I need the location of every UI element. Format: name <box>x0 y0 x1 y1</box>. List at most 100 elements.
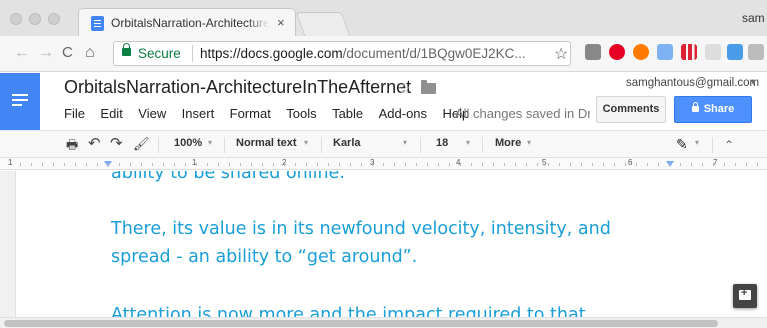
address-bar[interactable]: Secure https://docs.google.com/document/… <box>113 41 571 66</box>
editing-mode-pen-icon[interactable]: ✎ <box>676 136 688 153</box>
paragraph-line[interactable]: Attention is now more and the impact req… <box>111 301 586 317</box>
ruler-tick <box>317 163 318 166</box>
camera-icon[interactable] <box>748 44 764 60</box>
paragraph-line[interactable]: spread - an ability to “get around”. <box>111 243 417 271</box>
zoom-select[interactable]: 100% <box>174 137 202 149</box>
ruler-tick <box>361 163 362 166</box>
font-size-select[interactable]: 18 <box>436 137 448 149</box>
undo-icon[interactable]: ↶ <box>88 134 101 152</box>
picture-icon[interactable] <box>727 44 743 60</box>
bars-icon[interactable] <box>681 44 697 60</box>
ruler-tick <box>482 163 483 166</box>
mode-chevron-down-icon[interactable]: ▾ <box>695 138 699 147</box>
cloud-icon[interactable] <box>705 44 721 60</box>
font-chevron-down-icon[interactable]: ▾ <box>403 138 407 147</box>
ruler-tick <box>537 163 538 166</box>
menu-table[interactable]: Table <box>332 106 363 121</box>
bookmark-star-icon[interactable]: ☆ <box>554 44 568 64</box>
right-indent-marker-icon[interactable] <box>666 161 674 167</box>
ruler-number: 1 <box>8 158 13 167</box>
ruler-tick <box>460 163 461 166</box>
folder-icon[interactable] <box>421 80 436 94</box>
reload-icon[interactable]: C <box>62 44 73 61</box>
scrollbar-thumb[interactable] <box>4 320 718 327</box>
browser-tab[interactable]: OrbitalsNarration-ArchitectureInTheAfter… <box>78 8 296 36</box>
paragraph-style-select[interactable]: Normal text <box>236 137 297 149</box>
ruler-tick <box>625 163 626 166</box>
ruler-tick <box>75 163 76 166</box>
size-chevron-down-icon[interactable]: ▾ <box>466 138 470 147</box>
ruler-tick <box>108 163 109 166</box>
ruler-tick <box>207 163 208 166</box>
firefox-icon[interactable] <box>633 44 649 60</box>
menu-format[interactable]: Format <box>230 106 271 121</box>
more-chevron-down-icon[interactable]: ▾ <box>527 138 531 147</box>
url-divider <box>192 45 193 62</box>
lock-icon <box>122 43 131 56</box>
style-chevron-down-icon[interactable]: ▾ <box>304 138 308 147</box>
document-page[interactable]: ability to be shared online. There, its … <box>15 171 767 317</box>
ruler-tick <box>416 163 417 166</box>
star-document-icon[interactable]: ☆ <box>397 79 411 99</box>
paragraph-line[interactable]: ability to be shared online. <box>111 171 345 187</box>
ruler-tick <box>218 163 219 166</box>
more-button[interactable]: More <box>495 137 521 149</box>
ruler-tick <box>658 163 659 166</box>
ruler-tick <box>251 163 252 166</box>
ruler-tick <box>669 163 670 166</box>
paint-format-icon[interactable]: 🖌 <box>133 136 150 152</box>
docs-home-icon[interactable] <box>0 73 40 130</box>
menu-insert[interactable]: Insert <box>182 106 215 121</box>
share-button[interactable]: Share <box>674 96 752 123</box>
menu-view[interactable]: View <box>138 106 166 121</box>
ruler-tick <box>735 163 736 166</box>
toolbar-divider <box>158 137 159 153</box>
print-icon[interactable]: 🖶 <box>66 136 78 158</box>
paragraph-line[interactable]: There, its value is in its newfound velo… <box>111 215 611 243</box>
toolbar-divider <box>712 137 713 153</box>
minimize-window-button[interactable] <box>29 13 41 25</box>
account-chevron-down-icon[interactable]: ▾ <box>751 77 756 88</box>
menu-edit[interactable]: Edit <box>100 106 122 121</box>
zoom-window-button[interactable] <box>48 13 60 25</box>
url-path: /document/d/1BQgw0EJ2KC... <box>342 46 526 61</box>
ruler-tick <box>427 163 428 166</box>
horizontal-scrollbar[interactable] <box>0 317 767 328</box>
toolbar-divider <box>420 137 421 153</box>
ruler-tick <box>471 163 472 166</box>
ruler-tick <box>680 163 681 166</box>
gallery-icon[interactable] <box>585 44 601 60</box>
format-toolbar: 🖶 ↶ ↷ 🖌 100% ▾ Normal text ▾ Karla ▾ 18 … <box>0 130 767 158</box>
ruler-tick <box>295 163 296 166</box>
ruler-tick <box>262 163 263 166</box>
back-icon[interactable]: ← <box>14 44 30 62</box>
docs-icon[interactable] <box>657 44 673 60</box>
menu-add-ons[interactable]: Add-ons <box>379 106 427 121</box>
zoom-chevron-down-icon[interactable]: ▾ <box>208 138 212 147</box>
ruler-tick <box>526 163 527 166</box>
url-text[interactable]: https://docs.google.com/document/d/1BQgw… <box>200 46 526 61</box>
pinterest-icon[interactable] <box>609 44 625 60</box>
close-window-button[interactable] <box>10 13 22 25</box>
profile-name[interactable]: sam <box>742 11 765 25</box>
ruler-tick <box>64 163 65 166</box>
add-comment-icon[interactable] <box>733 284 757 308</box>
tab-close-icon[interactable]: × <box>277 15 285 30</box>
menu-file[interactable]: File <box>64 106 85 121</box>
font-select[interactable]: Karla <box>333 137 361 149</box>
ruler-tick <box>86 163 87 166</box>
browser-toolbar: ← → C ⌂ Secure https://docs.google.com/d… <box>0 36 767 72</box>
home-icon[interactable]: ⌂ <box>85 44 95 62</box>
collapse-menus-icon[interactable]: ⌃ <box>724 138 734 152</box>
account-email[interactable]: samghantous@gmail.com <box>626 77 759 89</box>
ruler-tick <box>350 163 351 166</box>
menu-tools[interactable]: Tools <box>286 106 316 121</box>
document-title[interactable]: OrbitalsNarration-ArchitectureInTheAfter… <box>64 77 411 98</box>
ruler[interactable]: 1 1 2 3 4 5 6 7 <box>0 158 767 170</box>
ruler-tick <box>141 163 142 166</box>
forward-icon[interactable]: → <box>38 44 54 62</box>
comments-button[interactable]: Comments <box>596 96 666 123</box>
save-status[interactable]: All changes saved in Drive <box>455 106 590 121</box>
new-tab-button[interactable] <box>295 12 351 36</box>
redo-icon[interactable]: ↷ <box>110 134 123 152</box>
